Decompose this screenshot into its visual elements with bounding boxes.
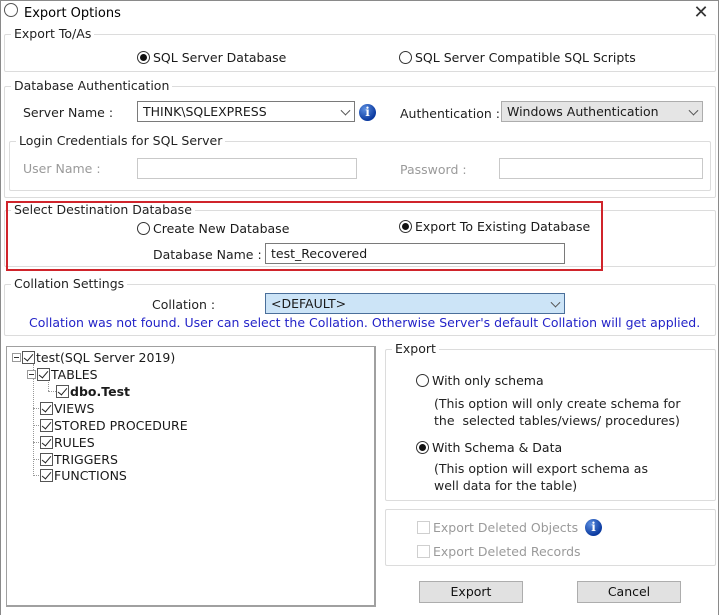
tree-node-rules[interactable]: RULES — [40, 434, 95, 450]
tree-node-tables[interactable]: TABLES — [27, 366, 98, 382]
radio-label: SQL Server Database — [153, 50, 287, 65]
collation-note: Collation was not found. User can select… — [29, 315, 701, 330]
authentication-value: Windows Authentication — [507, 104, 659, 119]
window-title: Export Options — [24, 6, 121, 21]
collapse-icon[interactable] — [12, 352, 21, 362]
radio-export-existing-database[interactable]: Export To Existing Database — [399, 219, 590, 234]
deleted-objects-info-icon[interactable]: i — [585, 519, 602, 536]
export-to-legend: Export To/As — [11, 26, 95, 41]
tree-checkbox[interactable] — [40, 401, 53, 415]
authentication-label: Authentication : — [400, 106, 500, 121]
radio-label: With Schema & Data — [432, 440, 563, 455]
radio-dot — [416, 374, 429, 387]
database-name-input[interactable]: test_Recovered — [265, 243, 565, 264]
radio-dot — [137, 222, 150, 235]
tree-checkbox[interactable] — [40, 418, 53, 432]
tree-checkbox[interactable] — [56, 384, 69, 398]
tree-node-label: STORED PROCEDURE — [54, 417, 188, 433]
password-label: Password : — [400, 162, 467, 177]
tree-node-stored-procedure[interactable]: STORED PROCEDURE — [40, 417, 188, 433]
checkbox-box — [417, 521, 430, 534]
server-name-value: THINK\SQLEXPRESS — [143, 104, 267, 119]
only-schema-description: (This option will only create schema for… — [434, 396, 681, 428]
collation-select[interactable]: <DEFAULT> — [265, 293, 565, 314]
export-deleted-objects-checkbox[interactable]: Export Deleted Objects — [417, 520, 578, 535]
checkbox-label: Export Deleted Records — [433, 544, 581, 559]
tree-node-triggers[interactable]: TRIGGERS — [40, 451, 118, 467]
radio-label: With only schema — [432, 373, 544, 388]
export-mode-legend: Export — [392, 341, 439, 356]
tree-checkbox[interactable] — [40, 468, 53, 482]
collation-legend: Collation Settings — [11, 276, 128, 291]
tree-node-label: TRIGGERS — [54, 451, 118, 467]
radio-label: Export To Existing Database — [415, 219, 591, 234]
radio-sql-server-database[interactable]: SQL Server Database — [137, 50, 286, 65]
db-auth-legend: Database Authentication — [11, 78, 173, 93]
export-button[interactable]: Export — [419, 581, 523, 603]
username-input[interactable] — [137, 158, 357, 179]
server-name-select[interactable]: THINK\SQLEXPRESS — [137, 101, 355, 122]
cancel-button[interactable]: Cancel — [577, 581, 681, 603]
tree-node-label: VIEWS — [54, 400, 95, 416]
tree-node-label: RULES — [54, 434, 95, 450]
password-input[interactable] — [499, 158, 703, 179]
app-icon — [4, 3, 18, 17]
radio-sql-scripts[interactable]: SQL Server Compatible SQL Scripts — [399, 50, 636, 65]
username-label: User Name : — [23, 161, 101, 176]
tree-node-root[interactable]: test(SQL Server 2019) — [12, 349, 175, 365]
schema-and-data-description: (This option will export schema as well … — [434, 461, 648, 493]
radio-create-new-database[interactable]: Create New Database — [137, 221, 289, 236]
tree-checkbox[interactable] — [22, 350, 35, 364]
tree-checkbox[interactable] — [40, 452, 53, 466]
checkbox-box — [417, 545, 430, 558]
export-deleted-records-checkbox[interactable]: Export Deleted Records — [417, 544, 581, 559]
radio-dot — [137, 51, 150, 64]
radio-dot — [399, 51, 412, 64]
object-tree[interactable]: test(SQL Server 2019) TABLES dbo.Test VI… — [6, 346, 376, 607]
database-name-label: Database Name : — [153, 247, 262, 262]
tree-node-label: TABLES — [51, 366, 98, 382]
server-name-label: Server Name : — [23, 105, 114, 120]
collapse-icon[interactable] — [27, 369, 36, 379]
tree-node-functions[interactable]: FUNCTIONS — [40, 467, 127, 483]
radio-label: Create New Database — [153, 221, 290, 236]
checkbox-label: Export Deleted Objects — [433, 520, 579, 535]
chevron-down-icon — [550, 297, 561, 308]
close-button[interactable]: ✕ — [690, 2, 712, 24]
close-icon: ✕ — [693, 2, 709, 23]
radio-dot — [399, 220, 412, 233]
authentication-select[interactable]: Windows Authentication — [501, 101, 703, 122]
radio-label: SQL Server Compatible SQL Scripts — [415, 50, 636, 65]
tree-node-label: dbo.Test — [70, 383, 130, 399]
tree-node-label: test(SQL Server 2019) — [36, 349, 176, 365]
chevron-down-icon — [340, 105, 351, 116]
radio-dot — [416, 441, 429, 454]
chevron-down-icon — [688, 105, 699, 116]
radio-only-schema[interactable]: With only schema — [416, 373, 544, 388]
collation-label: Collation : — [152, 297, 216, 312]
tree-node-dbo-test[interactable]: dbo.Test — [56, 383, 130, 399]
login-credentials-legend: Login Credentials for SQL Server — [16, 133, 226, 148]
tree-node-views[interactable]: VIEWS — [40, 400, 94, 416]
radio-schema-and-data[interactable]: With Schema & Data — [416, 440, 562, 455]
tree-checkbox[interactable] — [37, 367, 50, 381]
tree-checkbox[interactable] — [40, 435, 53, 449]
server-info-icon[interactable]: i — [359, 104, 376, 121]
collation-value: <DEFAULT> — [271, 296, 347, 311]
tree-node-label: FUNCTIONS — [54, 467, 127, 483]
